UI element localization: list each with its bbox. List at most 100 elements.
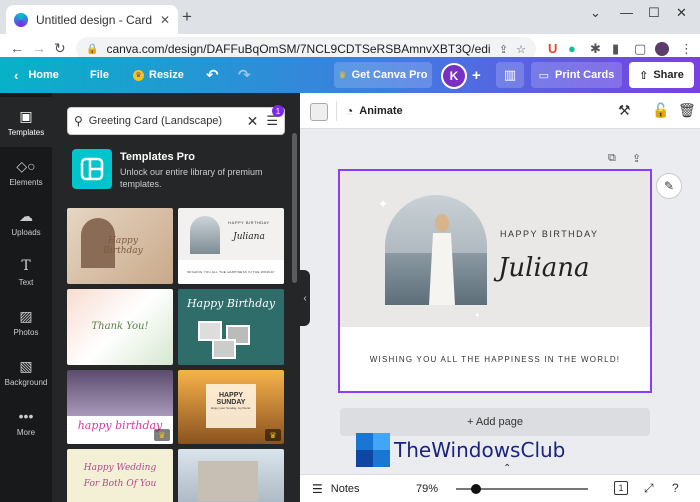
- template-thumb[interactable]: [178, 449, 284, 502]
- zoom-level[interactable]: 79%: [416, 475, 438, 502]
- rail-item-text[interactable]: T Text: [0, 247, 52, 297]
- browser-tab[interactable]: Untitled design - Card ✕: [6, 5, 178, 34]
- add-page-icon[interactable]: ⇪: [632, 152, 641, 165]
- animate-label: Animate: [359, 105, 403, 117]
- insights-chart-icon[interactable]: ▥: [496, 62, 524, 88]
- template-thumb[interactable]: Thank You!: [67, 289, 173, 365]
- get-canva-pro-button[interactable]: ♛ Get Canva Pro: [334, 62, 432, 88]
- print-cards-button[interactable]: ▭ Print Cards: [531, 62, 622, 88]
- back-icon[interactable]: ←: [10, 40, 24, 56]
- lock-icon[interactable]: 🔓: [652, 102, 669, 119]
- animate-button[interactable]: ◔ Animate: [346, 93, 403, 129]
- card-bottom-panel: WISHING YOU ALL THE HAPPINESS IN THE WOR…: [340, 327, 650, 391]
- template-thumb[interactable]: Happy Wedding For Both Of You: [67, 449, 173, 502]
- rail-item-templates[interactable]: ▣ Templates: [0, 97, 52, 147]
- crown-icon: ♛: [265, 429, 281, 441]
- file-button[interactable]: File: [90, 57, 109, 93]
- share-button[interactable]: ⇧ Share: [629, 62, 694, 88]
- thumb-text: Happy Birthday: [103, 236, 143, 256]
- chevron-left-icon: ‹: [14, 67, 19, 83]
- templates-pro-promo[interactable]: Templates Pro Unlock our entire library …: [72, 149, 282, 191]
- collapse-panel-handle[interactable]: ‹: [300, 270, 310, 326]
- more-icon: •••: [18, 407, 34, 424]
- thumb-text: HAPPY SUNDAY: [216, 392, 246, 406]
- filter-icon[interactable]: ☰ 1: [266, 105, 284, 129]
- bookmark-star-icon[interactable]: ☆: [516, 43, 526, 56]
- search-input[interactable]: [88, 115, 247, 127]
- background-icon: ▧: [19, 357, 33, 374]
- panel-scrollbar[interactable]: [292, 133, 297, 283]
- chevron-down-icon[interactable]: ⌄: [590, 5, 601, 21]
- zoom-slider-handle[interactable]: [470, 484, 481, 494]
- templates-icon: ▣: [19, 107, 33, 124]
- redo-icon[interactable]: ↷: [238, 57, 251, 93]
- reload-icon[interactable]: ↻: [54, 40, 66, 57]
- undo-icon[interactable]: ↶: [206, 57, 219, 93]
- trash-icon[interactable]: 🗑: [678, 102, 696, 119]
- home-button[interactable]: ‹ Home: [14, 57, 59, 93]
- notes-button[interactable]: ☰ Notes: [312, 475, 360, 502]
- card-name[interactable]: Juliana: [498, 253, 590, 283]
- fullscreen-icon[interactable]: ⤢: [644, 481, 654, 496]
- filter-count-badge: 1: [272, 105, 284, 117]
- rail-item-more[interactable]: ••• More: [0, 397, 52, 447]
- resize-button[interactable]: ♛ Resize: [133, 57, 184, 93]
- avatar[interactable]: K: [441, 63, 467, 89]
- lock-icon[interactable]: 🔒: [86, 44, 98, 55]
- profile-avatar-icon[interactable]: [655, 42, 669, 56]
- rail-item-photos[interactable]: ▨ Photos: [0, 297, 52, 347]
- maximize-icon[interactable]: ☐: [648, 5, 660, 21]
- thumb-text: Happy Wedding: [83, 463, 157, 473]
- browser-tab-strip: Untitled design - Card ✕ + ⌄ — ☐ ✕: [0, 0, 700, 34]
- elements-icon: ◇○: [16, 157, 36, 174]
- tab-search-icon[interactable]: ▢: [634, 41, 646, 57]
- upload-arrow-icon: ⇧: [639, 69, 649, 82]
- new-tab-icon[interactable]: +: [182, 8, 192, 25]
- duplicate-page-icon[interactable]: ⧉: [608, 152, 616, 165]
- paint-roller-icon[interactable]: ⚒: [618, 102, 631, 119]
- template-thumb[interactable]: HAPPY SUNDAY Enjoy your Sunday, my frien…: [178, 370, 284, 444]
- add-member-icon[interactable]: +: [472, 57, 481, 93]
- get-pro-label: Get Canva Pro: [351, 69, 428, 81]
- add-page-button[interactable]: + Add page: [340, 408, 650, 436]
- page-count[interactable]: 1: [614, 481, 628, 495]
- card-happy-birthday[interactable]: HAPPY BIRTHDAY: [500, 229, 599, 239]
- crown-icon: ♛: [338, 69, 347, 80]
- card-wish-text[interactable]: WISHING YOU ALL THE HAPPINESS IN THE WOR…: [340, 355, 650, 364]
- text-icon: T: [21, 257, 31, 274]
- sidepanel-icon[interactable]: ▮: [612, 41, 619, 57]
- sparkle-icon: ✦: [378, 197, 389, 211]
- background-color-swatch[interactable]: [310, 103, 328, 121]
- card-photo[interactable]: [385, 195, 487, 305]
- rail-item-uploads[interactable]: ☁ Uploads: [0, 197, 52, 247]
- close-window-icon[interactable]: ✕: [676, 5, 687, 21]
- url-text[interactable]: canva.com/design/DAFFuBqOmSM/7NCL9CDTSeR…: [106, 42, 490, 56]
- thumb-photo: [198, 461, 258, 501]
- close-tab-icon[interactable]: ✕: [160, 13, 170, 27]
- template-thumb[interactable]: Happy Birthday: [67, 208, 173, 284]
- rail-item-background[interactable]: ▧ Background: [0, 347, 52, 397]
- browser-menu-icon[interactable]: ⋮: [680, 41, 693, 57]
- add-comment-icon[interactable]: ✎: [656, 173, 682, 199]
- chevron-up-icon[interactable]: ⌃: [503, 463, 511, 474]
- template-search[interactable]: ⚲ ✕ ☰1: [67, 105, 285, 135]
- extension-u-icon[interactable]: U: [548, 41, 557, 56]
- help-icon[interactable]: ?: [672, 481, 679, 495]
- extensions-puzzle-icon[interactable]: ✱: [590, 41, 601, 57]
- template-thumb[interactable]: happy birthday ♛: [67, 370, 173, 444]
- clear-search-icon[interactable]: ✕: [247, 113, 259, 130]
- greeting-card-design[interactable]: ✦ ✦ HAPPY BIRTHDAY Juliana WISHING YOU A…: [338, 169, 652, 393]
- notes-label: Notes: [330, 483, 360, 495]
- forward-icon[interactable]: →: [32, 40, 46, 56]
- grammarly-icon[interactable]: ●: [568, 41, 576, 56]
- side-rail: ▣ Templates ◇○ Elements ☁ Uploads T Text…: [0, 93, 52, 502]
- thumb-photo: [190, 216, 220, 254]
- uploads-icon: ☁: [19, 207, 33, 224]
- crown-icon: ♛: [154, 429, 170, 441]
- minimize-icon[interactable]: —: [620, 5, 633, 20]
- print-cards-label: Print Cards: [555, 69, 615, 81]
- rail-item-elements[interactable]: ◇○ Elements: [0, 147, 52, 197]
- template-thumb[interactable]: HAPPY BIRTHDAY Juliana WISHING YOU ALL T…: [178, 208, 284, 284]
- template-thumb[interactable]: Happy Birthday: [178, 289, 284, 365]
- share-page-icon[interactable]: ⇪: [499, 43, 508, 56]
